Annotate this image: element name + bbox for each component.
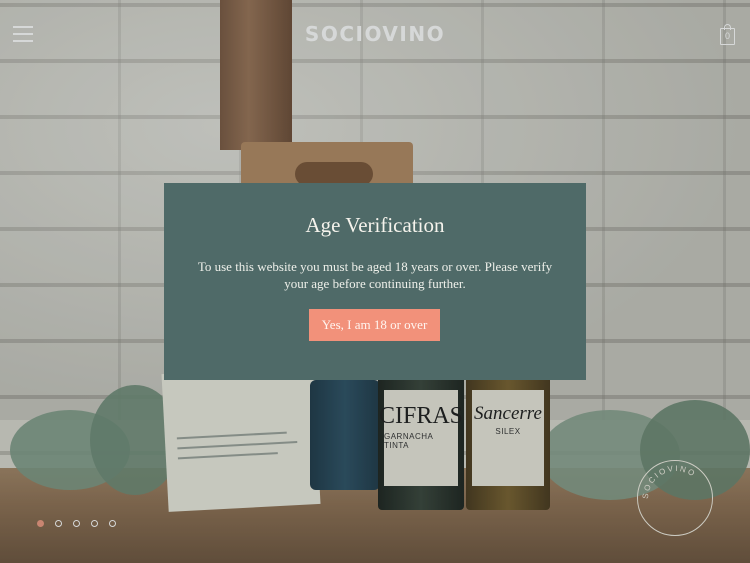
age-verification-modal: Age Verification To use this website you… (164, 183, 586, 380)
modal-message: To use this website you must be aged 18 … (197, 259, 553, 291)
modal-title: Age Verification (305, 213, 445, 237)
confirm-age-button[interactable]: Yes, I am 18 or over (309, 309, 440, 341)
